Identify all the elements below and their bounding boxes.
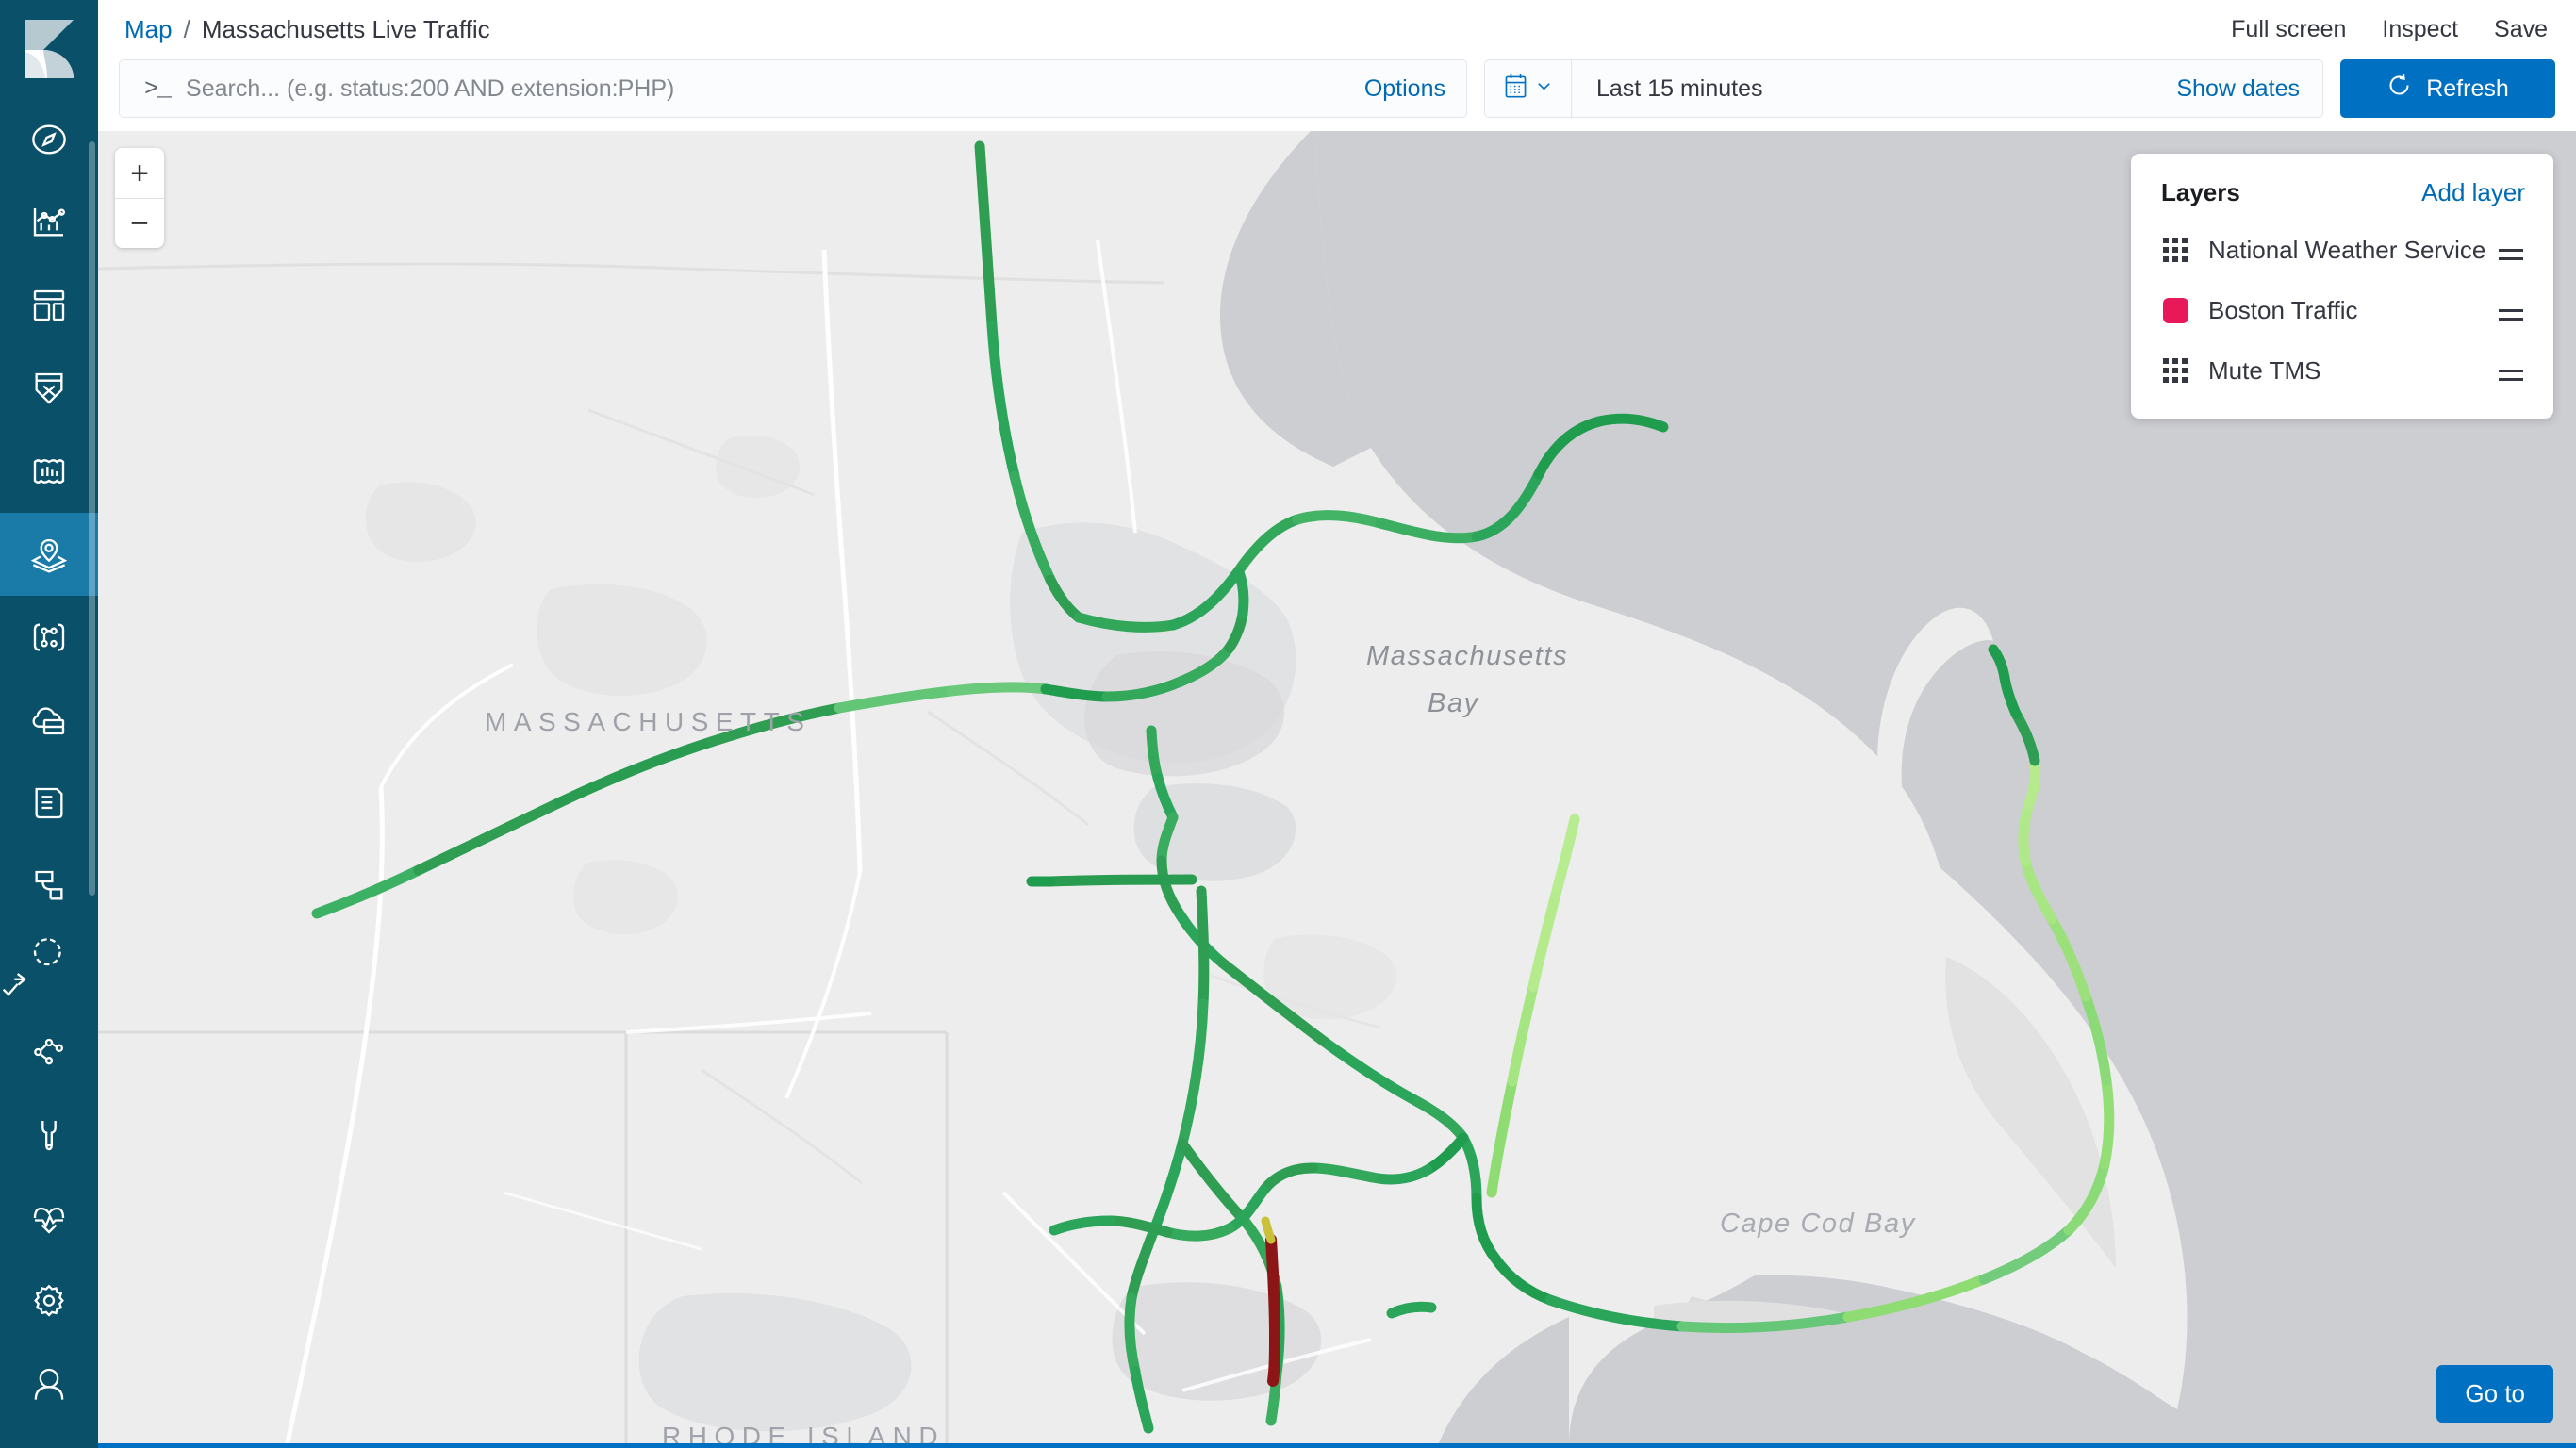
layers-panel: Layers Add layer National Weather Servic… <box>2131 154 2553 419</box>
layer-name: Mute TMS <box>2208 355 2321 385</box>
discover-compass-icon <box>30 121 68 158</box>
sidebar-item-logs[interactable] <box>0 762 98 845</box>
full-screen-button[interactable]: Full screen <box>2231 16 2346 43</box>
sidebar-item-siem[interactable] <box>0 1011 98 1094</box>
chevron-down-icon <box>1535 77 1553 100</box>
map-canvas[interactable]: MASSACHUSETTS RHODE ISLAND Massachusetts… <box>98 131 2576 1448</box>
uptime-check-icon <box>2 931 68 1007</box>
layers-panel-title: Layers <box>2161 178 2240 206</box>
goto-button[interactable]: Go to <box>2436 1365 2553 1423</box>
search-box[interactable]: >_ Options <box>119 59 1467 118</box>
query-bar: >_ Options <box>98 59 2576 131</box>
date-range-value[interactable]: Last 15 minutes <box>1572 75 2176 103</box>
layer-name: National Weather Service <box>2208 235 2486 264</box>
infrastructure-cloud-icon <box>30 701 68 739</box>
date-quick-select-button[interactable] <box>1485 60 1572 117</box>
layer-name: Boston Traffic <box>2208 295 2358 324</box>
calendar-icon <box>1503 73 1528 105</box>
layer-item-mute-tms[interactable]: Mute TMS <box>2161 349 2525 392</box>
save-button[interactable]: Save <box>2494 16 2548 43</box>
sidebar-item-dashboard[interactable] <box>0 264 98 347</box>
layers-panel-header: Layers Add layer <box>2161 178 2525 207</box>
sidebar-item-maps[interactable] <box>0 513 98 596</box>
layer-item-boston-traffic[interactable]: Boston Traffic <box>2161 288 2525 332</box>
visualize-chart-icon <box>30 204 68 241</box>
show-dates-button[interactable]: Show dates <box>2176 75 2322 103</box>
sidebar-item-discover[interactable] <box>0 98 98 181</box>
sidebar-item-apm[interactable] <box>0 845 98 928</box>
sidebar-item-canvas[interactable] <box>0 347 98 430</box>
sidebar-item-graph[interactable] <box>0 596 98 679</box>
breadcrumb: Map / Massachusetts Live Traffic <box>124 15 490 44</box>
topbar-actions: Full screen Inspect Save <box>2231 16 2548 43</box>
refresh-icon <box>2386 73 2412 105</box>
nav-item-list <box>0 98 98 1425</box>
dashboard-grid-icon <box>30 287 68 324</box>
zoom-in-button[interactable]: + <box>115 148 164 198</box>
inspect-button[interactable]: Inspect <box>2382 16 2458 43</box>
color-swatch-icon <box>2161 296 2189 324</box>
apm-icon <box>30 867 68 905</box>
sidebar-item-machine-learning[interactable] <box>0 430 98 513</box>
primary-navigation <box>0 0 98 1448</box>
tms-grid-icon <box>2161 356 2189 385</box>
layer-item-national-weather-service[interactable]: National Weather Service <box>2161 228 2525 272</box>
layer-drag-handle-icon[interactable] <box>2497 308 2525 321</box>
breadcrumb-separator: / <box>183 15 190 43</box>
top-bar: Map / Massachusetts Live Traffic Full sc… <box>98 0 2576 59</box>
add-layer-button[interactable]: Add layer <box>2421 178 2525 207</box>
refresh-button[interactable]: Refresh <box>2340 59 2555 118</box>
dev-tools-wrench-icon <box>30 1116 68 1154</box>
machine-learning-icon <box>30 452 68 490</box>
zoom-controls: + − <box>115 148 164 248</box>
boston-traffic-swatch <box>2162 297 2188 323</box>
kibana-logo-icon[interactable] <box>0 0 98 98</box>
query-options-button[interactable]: Options <box>1364 75 1445 103</box>
main-region: Map / Massachusetts Live Traffic Full sc… <box>98 0 2576 1448</box>
kibana-maps-app: Map / Massachusetts Live Traffic Full sc… <box>0 0 2576 1448</box>
date-picker: Last 15 minutes Show dates <box>1484 59 2323 118</box>
monitoring-heartbeat-icon <box>30 1199 68 1237</box>
canvas-icon <box>30 370 68 407</box>
search-input[interactable] <box>186 74 1351 103</box>
sidebar-item-visualize[interactable] <box>0 181 98 264</box>
breadcrumb-current-title: Massachusetts Live Traffic <box>201 15 490 43</box>
siem-share-nodes-icon <box>30 1033 68 1071</box>
layer-drag-handle-icon[interactable] <box>2497 369 2525 381</box>
zoom-out-button[interactable]: − <box>115 198 164 248</box>
sidebar-item-uptime[interactable] <box>0 928 98 1011</box>
query-prompt-icon: >_ <box>144 74 172 103</box>
maps-pin-layers-icon <box>30 535 68 573</box>
sidebar-item-infrastructure[interactable] <box>0 679 98 762</box>
refresh-label: Refresh <box>2426 74 2509 102</box>
management-gear-icon <box>30 1282 68 1320</box>
tms-grid-icon <box>2161 236 2189 264</box>
graph-nodes-icon <box>30 618 68 656</box>
nav-scrollbar[interactable] <box>89 141 95 896</box>
layer-drag-handle-icon[interactable] <box>2497 248 2525 260</box>
sidebar-item-monitoring[interactable] <box>0 1176 98 1259</box>
logs-document-icon <box>30 784 68 822</box>
sidebar-item-dev-tools[interactable] <box>0 1094 98 1176</box>
sidebar-item-management[interactable] <box>0 1259 98 1342</box>
user-avatar-icon <box>30 1365 68 1403</box>
sidebar-item-user[interactable] <box>0 1342 98 1425</box>
breadcrumb-map-link[interactable]: Map <box>124 15 173 44</box>
